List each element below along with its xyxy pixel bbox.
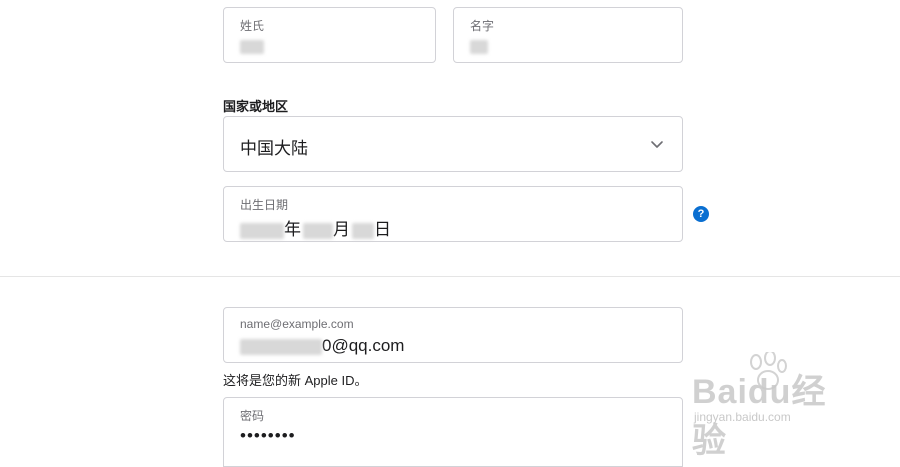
year-suffix: 年 xyxy=(284,220,301,239)
watermark-brand: Baidu经验 xyxy=(692,373,827,460)
password-masked-value: •••••••• xyxy=(240,426,296,445)
redacted-value xyxy=(470,39,488,54)
paw-icon xyxy=(750,352,787,390)
month-suffix: 月 xyxy=(333,220,350,239)
password-field[interactable]: 密码 •••••••• xyxy=(223,397,683,467)
last-name-field[interactable]: 姓氏 xyxy=(223,7,436,63)
first-name-label: 名字 xyxy=(470,19,495,33)
apple-id-hint: 这将是您的新 Apple ID。 xyxy=(223,373,368,388)
country-section-label: 国家或地区 xyxy=(223,99,289,114)
baidu-watermark: Baidu经验 jingyan.baidu.com xyxy=(690,352,860,460)
birthday-value: 年月日 xyxy=(240,215,391,240)
email-value: 0@qq.com xyxy=(240,336,404,356)
birthday-field[interactable]: 出生日期 年 月 日 xyxy=(223,186,683,242)
redacted-month xyxy=(303,222,333,239)
watermark-url: jingyan.baidu.com xyxy=(694,410,791,424)
email-label: name@example.com xyxy=(240,317,354,331)
birthday-label: 出生日期 xyxy=(240,198,289,212)
email-visible-value: 0@qq.com xyxy=(322,336,405,355)
section-divider xyxy=(0,276,900,277)
last-name-label: 姓氏 xyxy=(240,19,265,33)
chevron-down-icon xyxy=(651,141,663,148)
redacted-year xyxy=(240,222,284,239)
first-name-value xyxy=(470,36,488,56)
last-name-value xyxy=(240,36,264,56)
redacted-email-prefix xyxy=(240,338,322,355)
country-selected-value: 中国大陆 xyxy=(240,139,308,158)
password-label: 密码 xyxy=(240,409,265,423)
email-field[interactable]: name@example.com 0@qq.com xyxy=(223,307,683,363)
first-name-field[interactable]: 名字 xyxy=(453,7,683,63)
redacted-value xyxy=(240,39,264,54)
day-suffix: 日 xyxy=(374,220,391,239)
country-select[interactable]: 中国大陆 xyxy=(223,116,683,172)
help-icon[interactable]: ? xyxy=(693,206,709,222)
redacted-day xyxy=(352,222,374,239)
